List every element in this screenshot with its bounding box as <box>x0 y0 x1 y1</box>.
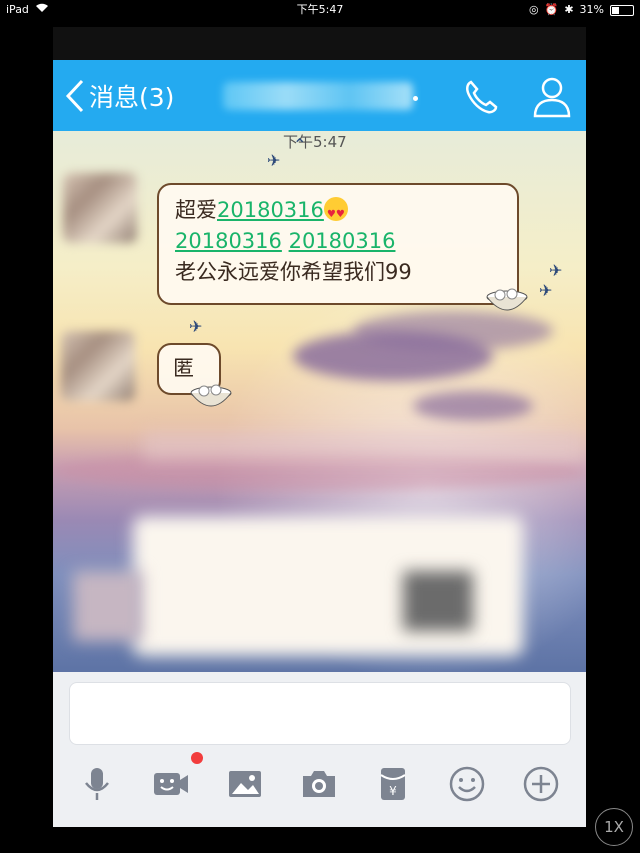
date-link[interactable]: 20180316 <box>217 198 324 222</box>
battery-icon <box>610 4 634 16</box>
svg-text:¥: ¥ <box>389 784 397 798</box>
bird-decoration: ⌃ <box>293 135 307 154</box>
voice-button[interactable] <box>75 762 119 806</box>
red-packet-button[interactable]: ¥ <box>371 762 415 806</box>
image-button[interactable] <box>223 762 267 806</box>
bird-decoration: ✈ <box>549 261 563 280</box>
contact-name-blurred <box>223 82 413 110</box>
back-button[interactable]: 消息(3) <box>63 60 174 131</box>
more-button[interactable] <box>519 762 563 806</box>
camera-button[interactable] <box>297 762 341 806</box>
dumpling-bowl-icon <box>190 384 232 407</box>
date-link[interactable]: 20180316 <box>289 229 396 253</box>
chat-nav-bar: 消息(3) <box>53 60 586 131</box>
sender-avatar[interactable] <box>61 331 135 401</box>
microphone-icon <box>85 768 109 800</box>
input-toolbar: ¥ <box>53 756 586 816</box>
message-text: 老公永远爱你希望我们99 <box>175 260 412 284</box>
nav-dot <box>413 96 418 101</box>
video-call-button[interactable] <box>149 762 193 806</box>
emoji-icon <box>449 766 485 802</box>
heart-eyes-emoji-icon <box>323 197 348 230</box>
message-input[interactable] <box>69 682 571 745</box>
bird-decoration: ✈ <box>267 151 281 170</box>
message-text: 超爱 <box>175 198 217 222</box>
chevron-left-icon <box>65 79 84 112</box>
input-bar: ¥ <box>53 672 586 827</box>
orientation-lock-icon: ◎ <box>529 3 539 16</box>
dumpling-bowl-icon <box>486 288 528 311</box>
blurred-content <box>143 431 583 461</box>
phone-call-icon[interactable] <box>461 77 501 117</box>
plus-icon <box>523 766 559 802</box>
status-bar: iPad 下午5:47 ◎ ⏰ ✱ 31% <box>0 0 640 20</box>
blurred-avatar <box>403 571 473 631</box>
message-bubble[interactable]: 超爱20180316 20180316 20180316 老公永远爱你希望我们9… <box>157 183 519 305</box>
video-call-icon <box>154 773 188 795</box>
bird-decoration: ✈ <box>189 317 203 336</box>
blurred-avatar <box>73 571 143 641</box>
profile-icon[interactable] <box>531 74 573 120</box>
background-cloud <box>353 311 553 351</box>
emoji-button[interactable] <box>445 762 489 806</box>
alarm-icon: ⏰ <box>544 3 559 16</box>
bird-decoration: ✈ <box>539 281 553 300</box>
sender-avatar[interactable] <box>63 173 137 243</box>
back-label: 消息(3) <box>89 82 175 112</box>
background-cloud <box>413 391 533 421</box>
red-packet-icon: ¥ <box>380 768 406 800</box>
image-icon <box>229 771 261 797</box>
message-text: 匿 <box>173 356 194 380</box>
camera-icon <box>303 771 335 797</box>
playback-speed-button[interactable]: 1X <box>595 808 633 846</box>
phone-screen: 消息(3) 下午5:47 ⌃ ✈ ✈ ✈ ✈ 超爱20180316 201803 <box>53 27 586 827</box>
bluetooth-icon: ✱ <box>564 3 574 16</box>
notification-dot <box>191 752 203 764</box>
chat-area[interactable]: 下午5:47 ⌃ ✈ ✈ ✈ ✈ 超爱20180316 20180316 201… <box>53 131 586 672</box>
battery-percent: 31% <box>579 3 604 16</box>
date-link[interactable]: 20180316 <box>175 229 282 253</box>
